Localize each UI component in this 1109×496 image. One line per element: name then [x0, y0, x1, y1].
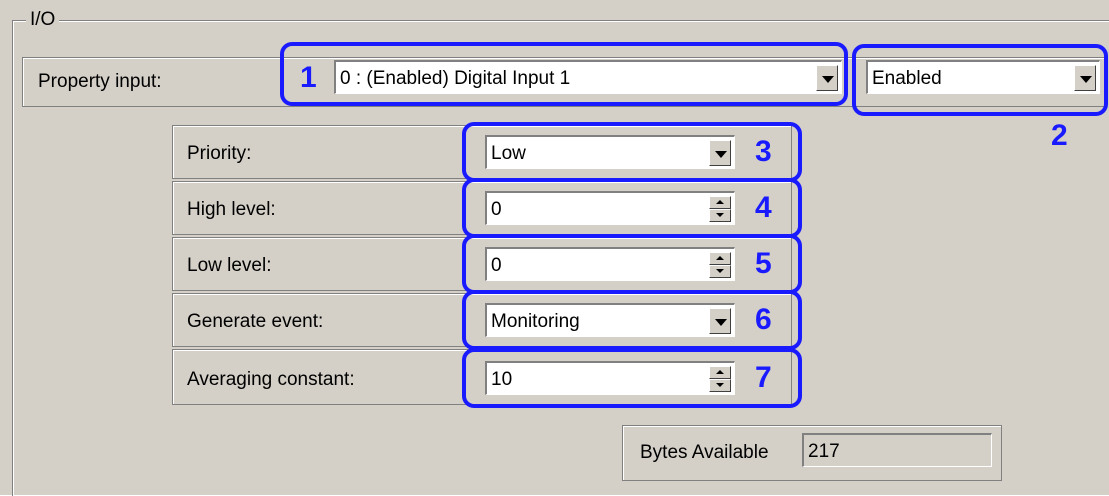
- callout-highlight-7: [462, 348, 802, 408]
- io-panel: I/O Property input: 0 : (Enabled) Digita…: [0, 0, 1109, 496]
- callout-number-3: 3: [755, 135, 772, 168]
- property-input-label: Property input:: [38, 71, 162, 92]
- callout-highlight-2: [852, 44, 1108, 116]
- callout-highlight-1: [280, 42, 848, 106]
- callout-number-1: 1: [300, 61, 317, 94]
- bytes-available-label: Bytes Available: [640, 442, 769, 463]
- callout-number-6: 6: [755, 303, 772, 336]
- param-label-high-level: High level:: [187, 199, 276, 220]
- bytes-available-field: 217: [802, 433, 992, 467]
- bytes-available-value: 217: [808, 441, 840, 462]
- callout-number-7: 7: [755, 361, 772, 394]
- callout-highlight-3: [462, 122, 802, 182]
- io-group-title: I/O: [26, 7, 60, 33]
- param-label-generate-event: Generate event:: [187, 311, 324, 332]
- callout-number-5: 5: [755, 247, 772, 280]
- callout-highlight-5: [462, 234, 802, 294]
- callout-highlight-6: [462, 290, 802, 350]
- param-label-priority: Priority:: [187, 143, 252, 164]
- param-label-low-level: Low level:: [187, 255, 272, 276]
- callout-number-2: 2: [1051, 119, 1068, 152]
- callout-number-4: 4: [755, 191, 772, 224]
- param-label-averaging-constant: Averaging constant:: [187, 369, 355, 390]
- callout-highlight-4: [462, 178, 802, 238]
